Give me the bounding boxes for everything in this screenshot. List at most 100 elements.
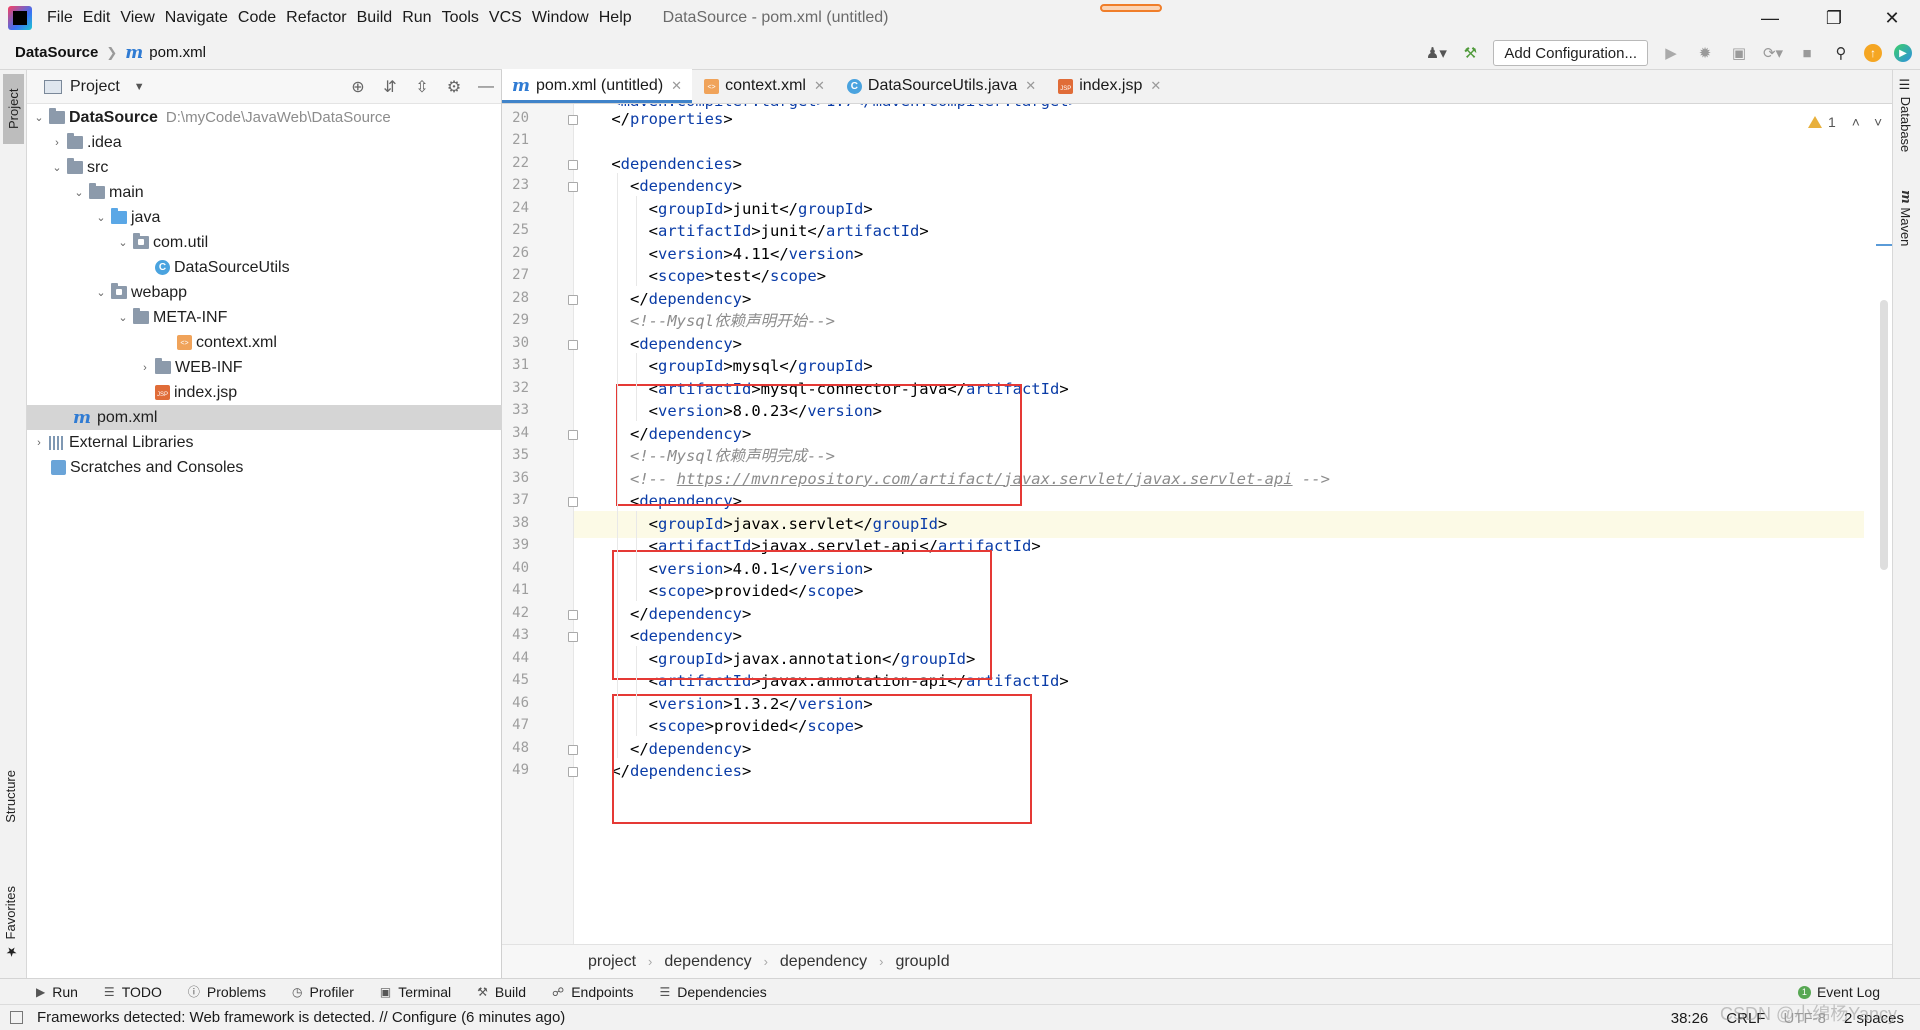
tab-context-xml[interactable]: <> context.xml ✕ <box>692 69 835 103</box>
status-message[interactable]: Frameworks detected: Web framework is de… <box>37 1009 565 1026</box>
tree-item-com-util[interactable]: ⌄ com.util <box>27 230 502 255</box>
chevron-right-icon[interactable]: › <box>137 362 153 374</box>
expand-all-icon[interactable]: ⇵ <box>381 77 399 97</box>
fold-marker-icon[interactable] <box>568 114 578 125</box>
update-icon[interactable]: ↑ <box>1864 44 1882 62</box>
chevron-right-icon[interactable]: › <box>31 437 47 449</box>
build-hammer-icon[interactable]: ⚒ <box>1459 42 1481 64</box>
menu-view[interactable]: View <box>120 9 154 27</box>
collapse-all-icon[interactable]: ⇳ <box>413 77 431 97</box>
chevron-down-icon[interactable]: ˅ <box>1874 114 1882 130</box>
chevron-right-icon[interactable]: › <box>49 137 65 149</box>
fold-marker-icon[interactable] <box>568 159 578 170</box>
menu-tools[interactable]: Tools <box>442 9 479 27</box>
tree-item-external-libraries[interactable]: › External Libraries <box>27 430 502 455</box>
close-icon[interactable]: ✕ <box>671 78 682 94</box>
breadcrumb-file[interactable]: pom.xml <box>149 44 206 61</box>
close-icon[interactable]: ✕ <box>1150 78 1161 94</box>
chevron-down-icon[interactable]: ⌄ <box>115 311 131 324</box>
fold-marker-icon[interactable] <box>568 744 578 755</box>
tree-item-src[interactable]: ⌄ src <box>27 155 502 180</box>
tab-index-jsp[interactable]: JSP index.jsp ✕ <box>1046 69 1171 103</box>
chevron-down-icon[interactable]: ▼ <box>134 81 145 93</box>
tree-item-scratches[interactable]: Scratches and Consoles <box>27 455 502 480</box>
chevron-down-icon[interactable]: ⌄ <box>93 211 109 224</box>
menu-file[interactable]: File <box>47 9 73 27</box>
tool-run[interactable]: ▶ Run <box>36 984 78 1000</box>
inspection-widget[interactable]: 1 ˄ ˅ <box>1808 114 1882 130</box>
tool-problems[interactable]: ⓘ Problems <box>188 983 266 1000</box>
status-toggle-icon[interactable] <box>10 1011 23 1024</box>
breadcrumb-groupid[interactable]: groupId <box>895 953 949 971</box>
restore-button[interactable]: ❐ <box>1806 0 1862 36</box>
tree-item-web-inf[interactable]: › WEB-INF <box>27 355 502 380</box>
search-icon[interactable]: ⚲ <box>1830 42 1852 64</box>
tool-endpoints[interactable]: ☍ Endpoints <box>552 984 633 1000</box>
chevron-down-icon[interactable]: ⌄ <box>115 236 131 249</box>
fold-marker-icon[interactable] <box>568 339 578 350</box>
fold-marker-icon[interactable] <box>568 429 578 440</box>
tree-item-pom-xml[interactable]: m pom.xml <box>27 405 502 430</box>
menu-vcs[interactable]: VCS <box>489 9 522 27</box>
tool-tab-structure[interactable]: Structure <box>3 770 18 823</box>
coverage-icon[interactable]: ▣ <box>1728 42 1750 64</box>
code-editor[interactable]: 20 21 22 23 24 25 26 27 28 29 30 31 32 33 34 35 36 37 38 39… <box>502 104 1892 944</box>
tree-item-idea[interactable]: › .idea <box>27 130 502 155</box>
breadcrumb-project[interactable]: DataSource <box>15 44 98 61</box>
breadcrumb-dependency[interactable]: dependency <box>780 953 867 971</box>
close-icon[interactable]: ✕ <box>1025 78 1036 94</box>
close-window-button[interactable]: ✕ <box>1864 0 1920 36</box>
breadcrumb-dependencies[interactable]: dependency <box>664 953 751 971</box>
chevron-down-icon[interactable]: ⌄ <box>93 286 109 299</box>
tree-item-index-jsp[interactable]: JSP index.jsp <box>27 380 502 405</box>
fold-marker-icon[interactable] <box>568 632 578 642</box>
stop-icon[interactable]: ■ <box>1796 42 1818 64</box>
tool-dependencies[interactable]: ☰ Dependencies <box>659 984 766 1000</box>
minimize-button[interactable]: — <box>1742 0 1798 36</box>
fold-marker-icon[interactable] <box>568 182 578 192</box>
menu-build[interactable]: Build <box>357 9 393 27</box>
user-icon[interactable]: ♟▾ <box>1425 42 1447 64</box>
debug-icon[interactable]: ✹ <box>1694 42 1716 64</box>
gear-icon[interactable]: ⚙ <box>445 77 463 97</box>
caret-position[interactable]: 38:26 <box>1671 1010 1709 1027</box>
tree-item-main[interactable]: ⌄ main <box>27 180 502 205</box>
editor-scrollbar[interactable] <box>1880 300 1888 570</box>
toolbox-icon[interactable]: ▶ <box>1894 44 1912 62</box>
chevron-down-icon[interactable]: ⌄ <box>31 111 47 124</box>
chevron-up-icon[interactable]: ˄ <box>1852 114 1860 130</box>
code-line[interactable]: </dependencies> <box>574 758 1864 785</box>
fold-marker-icon[interactable] <box>568 497 578 507</box>
tool-tab-maven[interactable]: m Maven <box>1898 190 1913 246</box>
chevron-down-icon[interactable]: ⌄ <box>49 161 65 174</box>
menu-code[interactable]: Code <box>238 9 276 27</box>
add-configuration-button[interactable]: Add Configuration... <box>1493 40 1648 66</box>
tree-item-webapp[interactable]: ⌄ webapp <box>27 280 502 305</box>
tool-todo[interactable]: ☰ TODO <box>104 984 162 1000</box>
menu-run[interactable]: Run <box>402 9 431 27</box>
fold-marker-icon[interactable] <box>568 294 578 305</box>
breadcrumb-project[interactable]: project <box>588 953 636 971</box>
tab-pom-xml[interactable]: m pom.xml (untitled) ✕ <box>502 69 693 103</box>
menu-window[interactable]: Window <box>532 9 589 27</box>
tool-profiler[interactable]: ◷ Profiler <box>292 984 354 1000</box>
tree-item-datasourceutils[interactable]: C DataSourceUtils <box>27 255 502 280</box>
tool-tab-favorites[interactable]: ★ Favorites <box>3 886 18 958</box>
menu-help[interactable]: Help <box>599 9 632 27</box>
tool-tab-database[interactable]: ☰ Database <box>1898 78 1913 152</box>
project-panel-title[interactable]: Project <box>70 78 120 96</box>
tree-item-meta-inf[interactable]: ⌄ META-INF <box>27 305 502 330</box>
tree-item-context-xml[interactable]: <> context.xml <box>27 330 502 355</box>
profile-icon[interactable]: ⟳▾ <box>1762 42 1784 64</box>
tree-item-java[interactable]: ⌄ java <box>27 205 502 230</box>
menu-refactor[interactable]: Refactor <box>286 9 346 27</box>
run-icon[interactable]: ▶ <box>1660 42 1682 64</box>
tool-build[interactable]: ⚒ Build <box>477 984 526 1000</box>
tool-terminal[interactable]: ▣ Terminal <box>380 984 451 1000</box>
tree-item-datasource[interactable]: ⌄ DataSource D:\myCode\JavaWeb\DataSourc… <box>27 105 502 130</box>
hide-icon[interactable]: — <box>477 78 495 96</box>
fold-marker-icon[interactable] <box>568 609 578 620</box>
tool-tab-project[interactable]: Project <box>3 74 24 144</box>
close-icon[interactable]: ✕ <box>814 78 825 94</box>
code-area[interactable]: <maven.compiler.target>1.7</maven.compil… <box>574 104 1864 944</box>
